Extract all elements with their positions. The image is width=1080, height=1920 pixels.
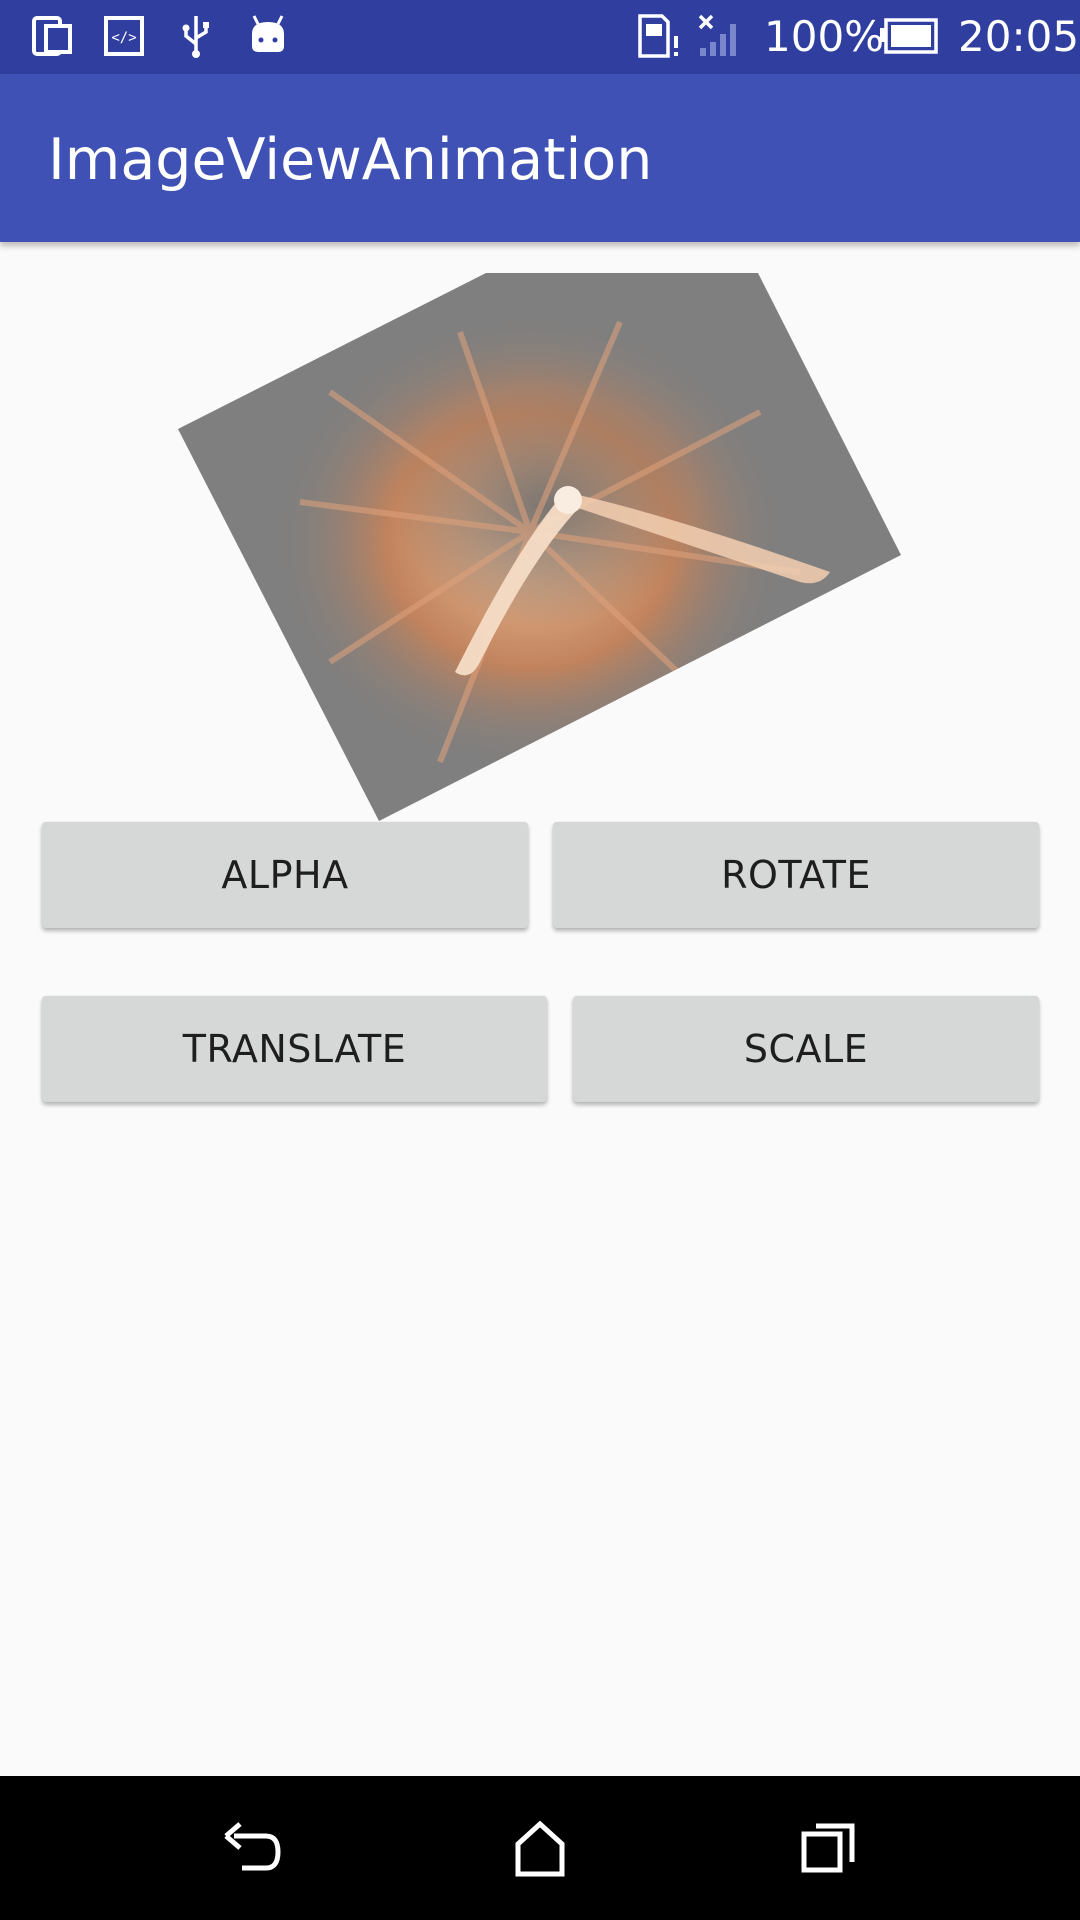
screen: </> 100% 20:05 ImageViewAnimation ALPHA … (0, 0, 1080, 1920)
android-icon (252, 15, 284, 52)
clock: 20:05 (958, 12, 1080, 61)
alpha-button[interactable]: ALPHA (42, 822, 528, 928)
status-bar: </> 100% 20:05 (0, 0, 1080, 74)
sim-alert-icon (638, 14, 678, 58)
app-bar: ImageViewAnimation (0, 74, 1080, 242)
recents-icon (801, 1823, 855, 1873)
translate-button[interactable]: TRANSLATE (42, 996, 547, 1102)
home-button[interactable] (496, 1804, 584, 1892)
usb-icon (182, 16, 209, 58)
app-title: ImageViewAnimation (48, 127, 653, 193)
battery-icon (880, 18, 938, 54)
recents-button[interactable] (784, 1804, 872, 1892)
home-icon (515, 1820, 565, 1877)
fire-burst-image (178, 273, 901, 821)
navigation-bar (0, 1776, 1080, 1920)
svg-text:</>: </> (111, 30, 136, 46)
rotate-button[interactable]: ROTATE (553, 822, 1039, 928)
phone-tablet-icon (32, 16, 72, 56)
signal-no-service-icon (698, 14, 736, 56)
back-icon (224, 1822, 281, 1871)
back-button[interactable] (208, 1804, 296, 1892)
code-icon: </> (104, 16, 144, 56)
image-area (0, 242, 1080, 822)
battery-percent: 100% (764, 12, 885, 61)
scale-button[interactable]: SCALE (573, 996, 1039, 1102)
